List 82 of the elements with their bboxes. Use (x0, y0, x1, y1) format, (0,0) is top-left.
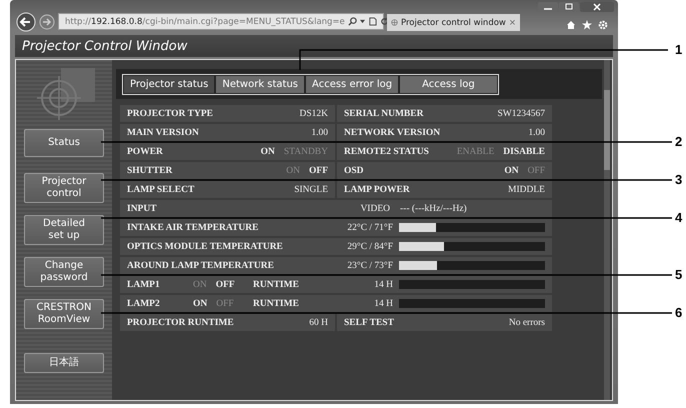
callout-number: 2 (675, 134, 682, 150)
forward-icon[interactable] (39, 14, 55, 30)
status-option: ENABLE (456, 146, 494, 156)
status-label: POWER (127, 146, 163, 156)
tab[interactable]: Projector status (124, 76, 214, 92)
status-option: STANDBY (284, 146, 328, 156)
tab[interactable]: Access error log (306, 76, 398, 92)
tab[interactable]: Access log (400, 76, 497, 92)
status-option: OFF (216, 298, 234, 308)
status-label: LAMP SELECT (127, 184, 194, 194)
nav-button[interactable]: Change password (24, 257, 104, 287)
status-value: 1.00 (528, 128, 545, 138)
status-label: LAMP POWER (344, 184, 410, 194)
status-value: 1.00 (311, 128, 328, 138)
callout-number: 5 (675, 267, 682, 283)
status-option: OFF (309, 166, 328, 176)
tab-close-button[interactable]: × (508, 18, 516, 28)
status-value: 29°C / 84°F (346, 242, 394, 252)
callout-number: 3 (675, 172, 682, 188)
settings-icon[interactable] (598, 20, 608, 30)
status-value: No errors (508, 318, 545, 328)
status-value: VIDEO (359, 204, 390, 214)
back-icon[interactable] (16, 12, 36, 32)
status-option: OFF (216, 280, 235, 290)
status-value: DS12K (299, 108, 328, 118)
minimize-icon[interactable] (538, 2, 558, 12)
status-label: SELF TEST (344, 318, 394, 328)
globe-icon (391, 18, 398, 27)
nav-button[interactable]: Projector control (24, 173, 104, 203)
status-label: INTAKE AIR TEMPERATURE (126, 222, 260, 232)
callout-number: 1 (675, 42, 682, 58)
caret-icon[interactable] (360, 19, 365, 24)
home-icon[interactable] (566, 20, 576, 30)
status-option: ON (193, 298, 208, 308)
status-label: PROJECTOR RUNTIME (127, 318, 234, 328)
status-label: SHUTTER (127, 166, 172, 176)
callout-number: 4 (675, 210, 682, 226)
status-label: REMOTE2 STATUS (344, 146, 429, 156)
tab[interactable]: Network status (216, 76, 304, 92)
status-label: LAMP2 (126, 298, 161, 308)
status-label: SERIAL NUMBER (344, 108, 424, 118)
page-icon[interactable] (368, 17, 377, 26)
status-value: SW1234567 (498, 108, 545, 118)
maximize-icon[interactable] (559, 2, 579, 12)
window-title: Projector Control Window (22, 38, 188, 54)
status-label: LAMP1 (126, 280, 161, 290)
status-value: MIDDLE (508, 184, 545, 194)
status-label: RUNTIME (253, 298, 300, 308)
close-icon[interactable] (580, 2, 614, 12)
nav-button[interactable]: 日本語 (24, 353, 104, 373)
nav-button[interactable]: CRESTRON RoomView (24, 299, 104, 329)
address-bar[interactable]: http://192.168.0.8/cgi-bin/main.cgi?page=MENU_STATUS&lang=e (58, 13, 384, 30)
nav-button[interactable]: Detailed set up (24, 215, 104, 245)
status-option: ON (193, 280, 207, 290)
nav-button[interactable]: Status (24, 129, 104, 157)
status-label: OSD (344, 166, 364, 176)
status-label: INPUT (126, 204, 158, 214)
status-label: RUNTIME (253, 280, 300, 290)
status-value: 22°C / 71°F (346, 222, 394, 232)
status-value: 60 H (309, 318, 328, 328)
status-option: OFF (528, 166, 545, 176)
callout-number: 6 (675, 305, 682, 321)
search-icon[interactable] (348, 17, 357, 26)
scrollbar[interactable] (604, 60, 610, 400)
status-value: 23°C / 73°F (346, 260, 394, 270)
status-option: ON (260, 146, 275, 156)
signal-value: --- (---kHz/---Hz) (400, 204, 467, 214)
status-option: DISABLE (503, 146, 545, 156)
browser-tab[interactable]: Projector control window × (387, 14, 520, 31)
tab-title: Projector control window (400, 18, 506, 28)
star-icon[interactable] (582, 20, 592, 30)
scroll-thumb[interactable] (604, 90, 610, 170)
status-value: 14 H (373, 280, 394, 290)
status-label: NETWORK VERSION (344, 128, 440, 138)
status-label: PROJECTOR TYPE (127, 108, 213, 118)
status-value: SINGLE (294, 184, 328, 194)
status-label: AROUND LAMP TEMPERATURE (126, 260, 275, 270)
status-option: ON (504, 166, 519, 176)
status-option: ON (286, 166, 300, 176)
status-label: MAIN VERSION (127, 128, 199, 138)
status-value: 14 H (373, 298, 394, 308)
status-label: OPTICS MODULE TEMPERATURE (126, 242, 284, 252)
